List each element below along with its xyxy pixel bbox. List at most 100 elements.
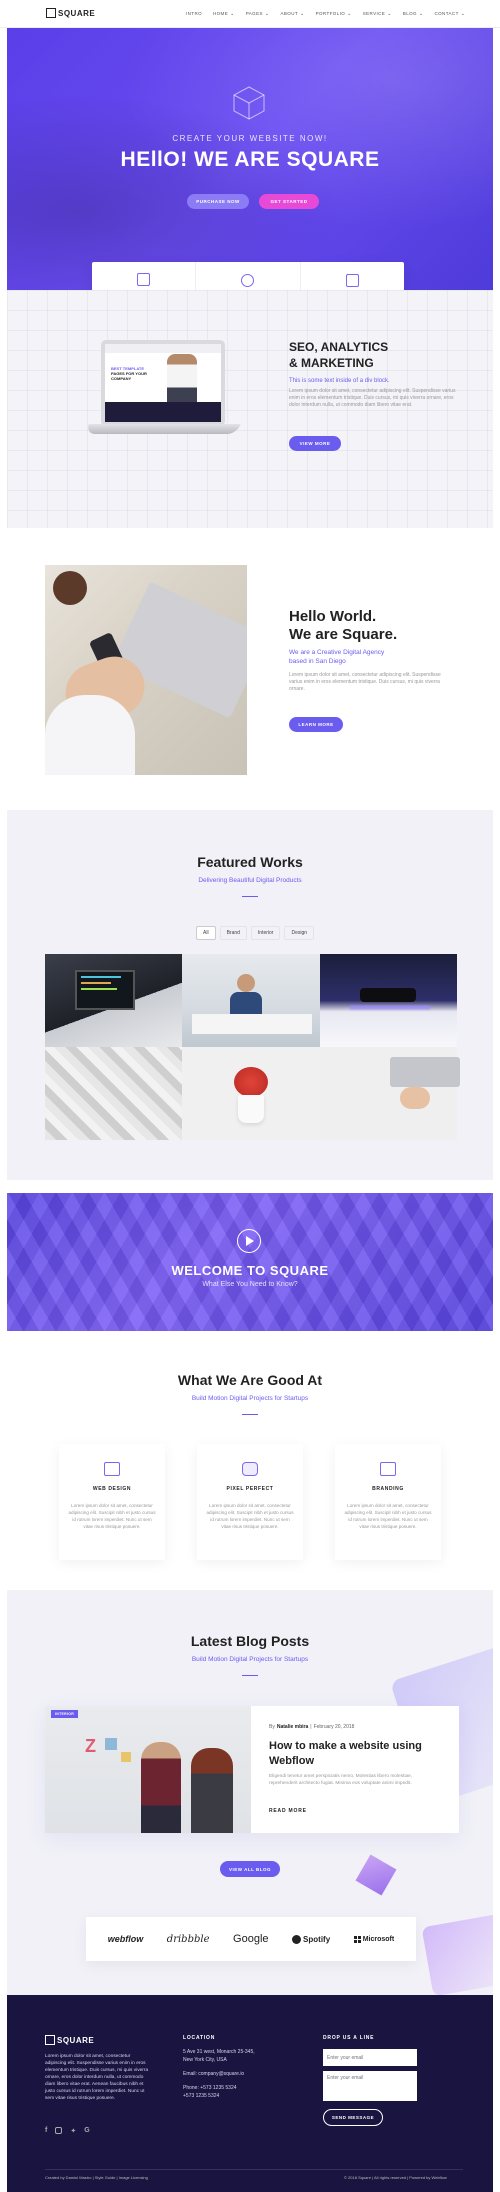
blog-post-excerpt: Eligendi tenetur amet perspiciatis nemo.… [269, 1774, 413, 1786]
blog-post-card[interactable]: INTERIOR Z By Natalie mbira | February 2… [45, 1706, 459, 1833]
work-item-plant[interactable] [182, 1047, 320, 1140]
decor-shape-bottom [421, 1913, 493, 1995]
blog-post-date: February 20, 2018 [313, 1724, 355, 1730]
microsoft-logo-text: Microsoft [362, 1935, 395, 1943]
purchase-now-button[interactable]: PURCHASE NOW [187, 194, 249, 209]
google-logo: Google [233, 1933, 269, 1945]
nav-item-home[interactable]: HOME ⌄ [213, 11, 235, 16]
nav-item-contact[interactable]: CONTACT ⌄ [435, 11, 466, 16]
works-filter-bar: All Brand Interior Design [196, 926, 315, 940]
works-divider [242, 896, 258, 897]
nav-menu: INTRO HOME ⌄ PAGES ⌄ ABOUT ⌄ PORTFOLIO ⌄ SERVICE ⌄… [186, 11, 465, 16]
work-item-laptop-code[interactable] [45, 954, 182, 1047]
nav-item-label: BLOG [402, 11, 417, 16]
service-card-1[interactable]: PIXEL PERFECT Lorem ipsum dolor sit amet,… [197, 1444, 303, 1560]
nav-item-label: PAGES [245, 11, 263, 16]
twitter-icon[interactable]: ✦ [70, 2127, 76, 2135]
facebook-icon[interactable]: f [45, 2127, 47, 2135]
good-at-title: What We Are Good At [177, 1372, 323, 1388]
hero-section: CREATE YOUR WEBSITE NOW! HEllO! WE ARE S… [7, 28, 493, 290]
blog-post-title-1[interactable]: How to make a website using [269, 1740, 422, 1752]
footer-credits-left[interactable]: Created by Damini Mastro | Style Guide |… [45, 2175, 148, 2180]
filter-interior[interactable]: Interior [250, 926, 281, 940]
play-icon [246, 1236, 254, 1246]
about-subtitle-2: based in San Diego [289, 658, 346, 665]
nav-item-service[interactable]: SERVICE ⌄ [363, 11, 392, 16]
webflow-logo: webflow [107, 1934, 144, 1944]
blog-subtitle: Build Motion Digital Projects for Startu… [191, 1656, 309, 1663]
google-plus-icon[interactable]: G [84, 2127, 89, 2135]
service-card-title: PIXEL PERFECT [226, 1486, 274, 1492]
read-more-link[interactable]: READ MORE [269, 1808, 307, 1814]
footer-phone-2: +573 1235 5324 [183, 2093, 220, 2099]
play-button[interactable] [237, 1229, 261, 1253]
blog-photo-person-left [141, 1742, 181, 1833]
learn-more-button[interactable]: LEARN MORE [289, 717, 343, 732]
works-subtitle: Delivering Beautiful Digital Products [198, 877, 302, 884]
hero-title: HEllO! WE ARE SQUARE [120, 148, 380, 171]
work-item-keyboard-hands[interactable] [320, 1047, 460, 1140]
service-card-body: Lorem ipsum dolor sit amet, consectetur … [206, 1503, 294, 1529]
logo-text: SQUARE [58, 8, 96, 18]
branding-icon [345, 274, 359, 287]
chevron-down-icon: ⌄ [460, 10, 466, 17]
good-at-cards: WEB DESIGN Lorem ipsum dolor sit amet, co… [59, 1444, 441, 1560]
blog-post-author[interactable]: Natalie mbira [277, 1724, 308, 1730]
pixel-perfect-icon [242, 1462, 258, 1476]
footer-email-input[interactable] [323, 2049, 417, 2066]
nav-item-blog[interactable]: BLOG ⌄ [403, 11, 424, 16]
blog-post-badge[interactable]: INTERIOR [51, 1710, 79, 1718]
microsoft-icon [353, 1935, 361, 1943]
laptop-screen-person [167, 354, 197, 402]
seo-body: Lorem ipsum dolor sit amet, consectetur … [289, 388, 456, 408]
video-banner: WELCOME TO SQUARE What Else You Need to … [7, 1193, 493, 1331]
view-more-button[interactable]: VIEW MORE [289, 436, 341, 451]
nav-item-label: ABOUT [280, 11, 298, 16]
filter-design[interactable]: Design [284, 926, 315, 940]
good-at-subtitle: Build Motion Digital Projects for Startu… [191, 1395, 309, 1402]
works-grid [45, 954, 460, 1140]
footer-address-1: 5 Ave 31 west, Monarch 25-345, [183, 2049, 255, 2055]
filter-brand[interactable]: Brand [219, 926, 247, 940]
footer: SQUARE Lorem ipsum dolor sit amet, conse… [7, 1995, 493, 2192]
chevron-down-icon: ⌄ [230, 10, 235, 17]
footer-message-input[interactable] [323, 2071, 417, 2101]
nav-item-label: PORTFOLIO [315, 11, 346, 16]
nav-item-intro[interactable]: INTRO [186, 11, 202, 16]
video-subtitle: What Else You Need to Know? [202, 1281, 298, 1288]
footer-email: Email: company@square.io [183, 2071, 245, 2077]
blog-post-title-2[interactable]: Webflow [269, 1755, 314, 1767]
about-title-1: Hello World. [289, 608, 377, 625]
laptop-screen-dark-band [105, 402, 221, 422]
branding-card-icon [380, 1462, 396, 1476]
view-all-blog-button[interactable]: VIEW ALL BLOG [220, 1861, 280, 1877]
web-design-icon [104, 1462, 120, 1476]
blog-post-meta-sep: | [310, 1724, 312, 1730]
footer-location-heading: LOCATION [183, 2035, 216, 2041]
service-card-2[interactable]: BRANDING Lorem ipsum dolor sit amet, cons… [335, 1444, 441, 1560]
seo-subtitle: This is some text inside of a div block. [289, 378, 390, 384]
footer-logo[interactable]: SQUARE [45, 2035, 94, 2045]
top-nav: SQUARE INTRO HOME ⌄ PAGES ⌄ ABOUT ⌄ PORTFOLIO ⌄ S… [0, 0, 500, 28]
service-card-title: BRANDING [372, 1486, 404, 1492]
service-card-0[interactable]: WEB DESIGN Lorem ipsum dolor sit amet, co… [59, 1444, 165, 1560]
work-item-meeting[interactable] [182, 954, 320, 1047]
laptop-screen-text-3: COMPANY [111, 376, 132, 381]
footer-credits-right[interactable]: © 2018 Square | All rights reserved | Po… [344, 2175, 447, 2180]
nav-item-pages[interactable]: PAGES ⌄ [246, 11, 270, 16]
work-item-glasses[interactable] [320, 954, 457, 1047]
nav-logo[interactable]: SQUARE [46, 8, 95, 18]
nav-item-about[interactable]: ABOUT ⌄ [280, 11, 304, 16]
nav-item-portfolio[interactable]: PORTFOLIO ⌄ [316, 11, 352, 16]
spotify-logo-text: Spotify [303, 1934, 331, 1944]
send-message-button[interactable]: SEND MESSAGE [323, 2109, 383, 2126]
instagram-icon[interactable] [55, 2127, 63, 2134]
get-started-button[interactable]: GET STARTED [259, 194, 319, 209]
work-item-cubes[interactable] [45, 1047, 182, 1140]
chevron-down-icon: ⌄ [387, 10, 392, 17]
laptop-screen: BEST TEMPLATE PAGES FOR YOUR COMPANY [101, 340, 225, 426]
blog-post-image[interactable]: INTERIOR Z [45, 1706, 251, 1833]
about-photo-cup [53, 571, 87, 605]
filter-all[interactable]: All [196, 926, 216, 940]
about-title-2: We are Square. [289, 626, 398, 643]
